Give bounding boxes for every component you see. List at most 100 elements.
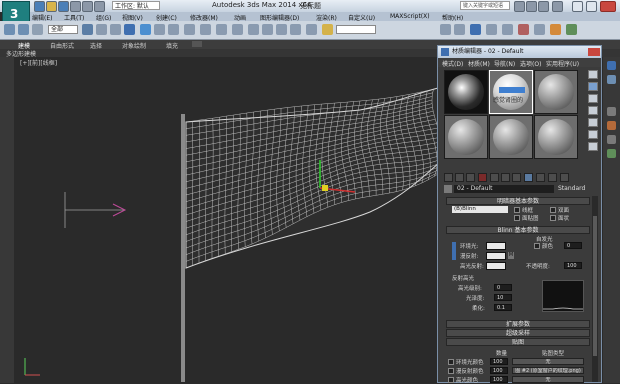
rollout-maps[interactable]: 贴图 [446, 338, 590, 346]
project-folder-icon[interactable] [94, 1, 105, 12]
two-sided-checkbox[interactable] [550, 207, 556, 213]
move-icon[interactable] [140, 24, 151, 35]
map-row-button[interactable]: 图 #2 (原室窗户的纹理.png) [512, 367, 584, 374]
material-name-field[interactable]: 02 - Default [454, 185, 554, 193]
select-by-name-icon[interactable] [96, 24, 107, 35]
go-to-parent-icon[interactable] [548, 173, 557, 182]
map-row-checkbox[interactable] [448, 377, 454, 383]
schematic-view-icon[interactable] [502, 24, 513, 35]
angle-snap-icon[interactable] [262, 24, 273, 35]
keyboard-shortcut-icon[interactable] [232, 24, 243, 35]
map-row-amount[interactable]: 100 [490, 358, 508, 365]
link-icon[interactable] [4, 24, 15, 35]
get-material-icon[interactable] [444, 173, 453, 182]
render-production-icon[interactable] [566, 24, 577, 35]
named-selection-dropdown[interactable] [336, 25, 376, 34]
self-illum-color-checkbox[interactable] [534, 243, 540, 249]
unlink-icon[interactable] [18, 24, 29, 35]
rollout-shader-basic[interactable]: 明暗器基本参数 [446, 197, 590, 205]
motion-panel-icon[interactable] [607, 121, 616, 130]
rollout-blinn-basic[interactable]: Blinn 基本参数 [446, 226, 590, 234]
menu-material[interactable]: 材质(M) [468, 59, 490, 68]
window-crossing-icon[interactable] [124, 24, 135, 35]
map-row-amount[interactable]: 100 [490, 367, 508, 374]
put-material-icon[interactable] [455, 173, 464, 182]
make-preview-icon[interactable] [588, 130, 598, 139]
self-illum-value[interactable]: 0 [564, 242, 582, 249]
mirror-icon[interactable] [322, 24, 333, 35]
minimize-icon[interactable] [572, 1, 583, 12]
region-select-icon[interactable] [110, 24, 121, 35]
map-row-button[interactable]: 无 [512, 358, 584, 365]
viewport-label[interactable]: [+][前][线框] [20, 58, 57, 67]
render-setup-icon[interactable] [534, 24, 545, 35]
rotate-icon[interactable] [154, 24, 165, 35]
new-icon[interactable] [34, 1, 45, 12]
create-panel-icon[interactable] [607, 61, 616, 70]
layer-manager-icon[interactable] [454, 24, 465, 35]
help-icon[interactable] [552, 1, 563, 12]
sample-slot-6[interactable] [534, 115, 578, 159]
select-object-icon[interactable] [82, 24, 93, 35]
sample-slot-2-active[interactable]: 感觉肾圈的 [489, 70, 533, 114]
map-row-checkbox[interactable] [448, 359, 454, 365]
open-icon[interactable] [46, 1, 57, 12]
menu-modes[interactable]: 模式(D) [442, 59, 463, 68]
pivot-center-icon[interactable] [200, 24, 211, 35]
scrollbar-thumb[interactable] [593, 216, 597, 356]
graphite-tools-icon[interactable] [470, 24, 481, 35]
hierarchy-panel-icon[interactable] [607, 107, 616, 116]
search-input[interactable]: 键入关键字或短语 [460, 1, 510, 10]
material-id-icon[interactable] [512, 173, 521, 182]
diffuse-map-button[interactable]: M [508, 252, 514, 259]
curve-editor-icon[interactable] [486, 24, 497, 35]
soften-value[interactable]: 0.1 [494, 304, 512, 311]
rollout-extended[interactable]: 扩展参数 [446, 320, 590, 328]
spinner-snap-icon[interactable] [290, 24, 301, 35]
material-editor-title[interactable]: 材质编辑器 - 02 - Default [438, 46, 601, 58]
maximize-icon[interactable] [586, 1, 597, 12]
reference-coord-icon[interactable] [184, 24, 195, 35]
map-row-amount[interactable]: 100 [490, 376, 508, 383]
pick-material-icon[interactable] [444, 185, 452, 193]
sample-uv-tiling-icon[interactable] [588, 106, 598, 115]
communication-icon[interactable] [538, 1, 549, 12]
close-icon[interactable] [600, 1, 616, 12]
material-editor-close-icon[interactable] [588, 48, 600, 56]
ribbon-options-icon[interactable] [192, 41, 202, 47]
show-end-result-icon[interactable] [536, 173, 545, 182]
ambient-swatch[interactable] [486, 242, 506, 250]
material-type-button[interactable]: Standard [558, 185, 598, 193]
align-icon[interactable] [440, 24, 451, 35]
undo-icon[interactable] [70, 1, 81, 12]
save-icon[interactable] [58, 1, 69, 12]
specular-swatch[interactable] [486, 262, 506, 270]
map-row-checkbox[interactable] [448, 368, 454, 374]
rendered-frame-icon[interactable] [550, 24, 561, 35]
edit-named-sets-icon[interactable] [306, 24, 317, 35]
sample-slot-1[interactable] [444, 70, 488, 114]
rollout-supersampling[interactable]: 超级采样 [446, 329, 590, 337]
percent-snap-icon[interactable] [276, 24, 287, 35]
search-icon[interactable] [514, 1, 525, 12]
map-row-button[interactable]: 无 [512, 376, 584, 383]
menu-options[interactable]: 选项(O) [520, 59, 541, 68]
subscription-icon[interactable] [526, 1, 537, 12]
selection-filter-dropdown[interactable]: 全部 [48, 25, 78, 34]
put-to-library-icon[interactable] [501, 173, 510, 182]
face-map-checkbox[interactable] [514, 215, 520, 221]
menu-utilities[interactable]: 实用程序(U) [546, 59, 579, 68]
options-icon[interactable] [588, 142, 598, 151]
menu-navigation[interactable]: 导航(N) [494, 59, 515, 68]
display-panel-icon[interactable] [607, 135, 616, 144]
show-map-icon[interactable] [524, 173, 533, 182]
redo-icon[interactable] [82, 1, 93, 12]
scale-icon[interactable] [168, 24, 179, 35]
lock-ambient-diffuse-icon[interactable] [452, 242, 456, 260]
diffuse-swatch[interactable] [486, 252, 506, 260]
bind-space-warp-icon[interactable] [32, 24, 43, 35]
backlight-icon[interactable] [588, 82, 598, 91]
make-unique-icon[interactable] [490, 173, 499, 182]
assign-material-icon[interactable] [466, 173, 475, 182]
faceted-checkbox[interactable] [550, 215, 556, 221]
